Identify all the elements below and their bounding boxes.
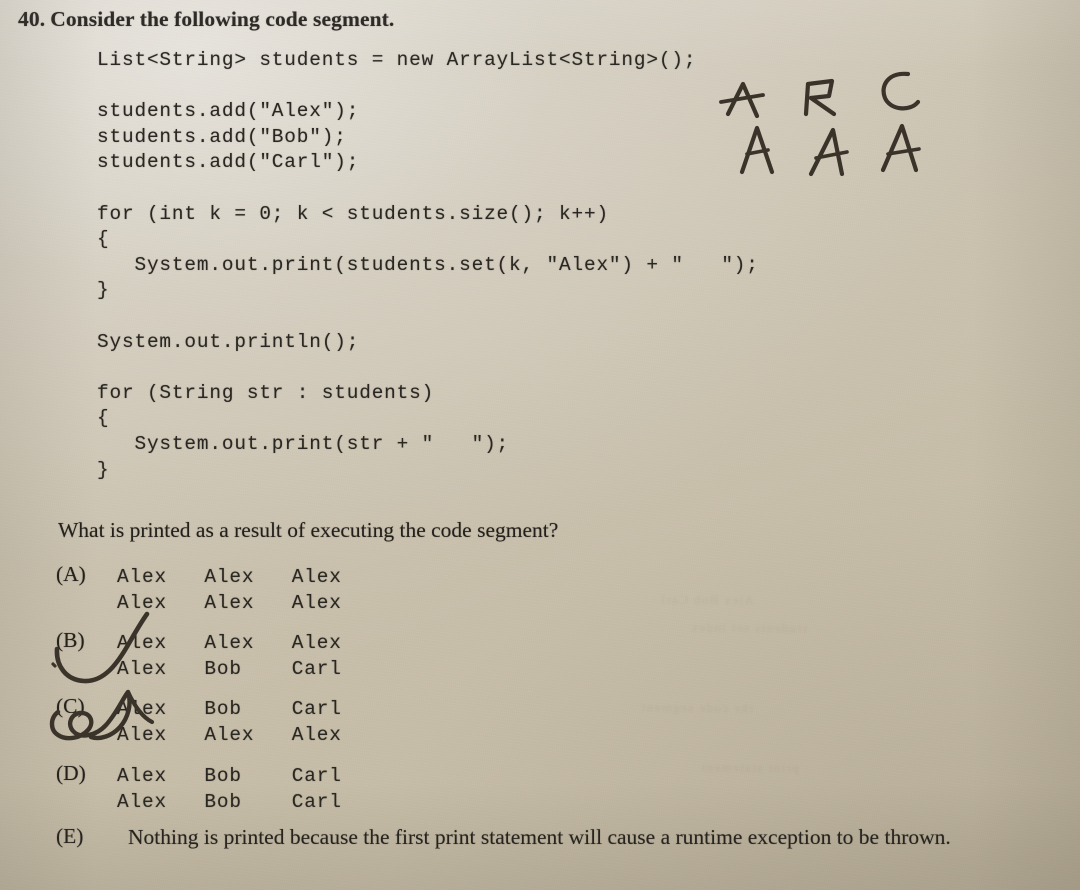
code-line-13: for (String str : students) bbox=[97, 381, 435, 404]
choice-letter-d: (D) bbox=[56, 761, 86, 785]
choice-letter-c: (C) bbox=[56, 694, 85, 718]
code-line-7: { bbox=[97, 228, 110, 251]
printed-content: 40. Consider the following code segment. … bbox=[0, 0, 1080, 890]
code-line-16: } bbox=[97, 458, 110, 481]
code-line-0: List<String> students = new ArrayList<St… bbox=[97, 49, 697, 71]
question-number: 40. bbox=[18, 7, 46, 31]
choice-text-e: Nothing is printed because the first pri… bbox=[128, 825, 951, 849]
choice-c-line-1: Alex Alex Alex bbox=[117, 724, 342, 747]
choice-text-d: Alex Bob Carl Alex Bob Carl bbox=[117, 763, 342, 816]
choice-letter-a: (A) bbox=[56, 562, 86, 586]
choice-a-line-1: Alex Alex Alex bbox=[117, 592, 342, 615]
code-line-11: System.out.println(); bbox=[97, 330, 360, 353]
choice-d-line-1: Alex Bob Carl bbox=[117, 791, 342, 814]
choice-text-a: Alex Alex Alex Alex Alex Alex bbox=[117, 564, 342, 617]
choice-a-line-0: Alex Alex Alex bbox=[117, 566, 342, 588]
code-line-8: System.out.print(students.set(k, "Alex")… bbox=[97, 253, 759, 276]
choice-letter-e: (E) bbox=[56, 824, 84, 848]
choice-text-c: Alex Bob Carl Alex Alex Alex bbox=[117, 696, 342, 749]
choice-c-line-0: Alex Bob Carl bbox=[117, 698, 342, 720]
choice-text-b: Alex Alex Alex Alex Bob Carl bbox=[117, 630, 342, 683]
question-stem-text: Consider the following code segment. bbox=[50, 7, 395, 31]
question-stem: 40. Consider the following code segment. bbox=[18, 7, 394, 32]
code-line-2: students.add("Alex"); bbox=[97, 100, 360, 123]
code-line-14: { bbox=[97, 407, 110, 430]
choice-d-line-0: Alex Bob Carl bbox=[117, 765, 342, 787]
question-prompt: What is printed as a result of executing… bbox=[58, 518, 559, 542]
code-line-9: } bbox=[97, 279, 110, 302]
code-segment: List<String> students = new ArrayList<St… bbox=[97, 48, 759, 483]
code-line-15: System.out.print(str + " "); bbox=[97, 432, 510, 455]
choice-b-line-0: Alex Alex Alex bbox=[117, 632, 342, 654]
code-line-6: for (int k = 0; k < students.size(); k++… bbox=[97, 202, 609, 225]
choice-b-line-1: Alex Bob Carl bbox=[117, 658, 342, 681]
code-line-3: students.add("Bob"); bbox=[97, 125, 347, 148]
choice-letter-b: (B) bbox=[56, 628, 85, 652]
exam-page-photo: Alex Bob Carl students set index the cod… bbox=[0, 0, 1080, 890]
code-line-4: students.add("Carl"); bbox=[97, 151, 360, 174]
